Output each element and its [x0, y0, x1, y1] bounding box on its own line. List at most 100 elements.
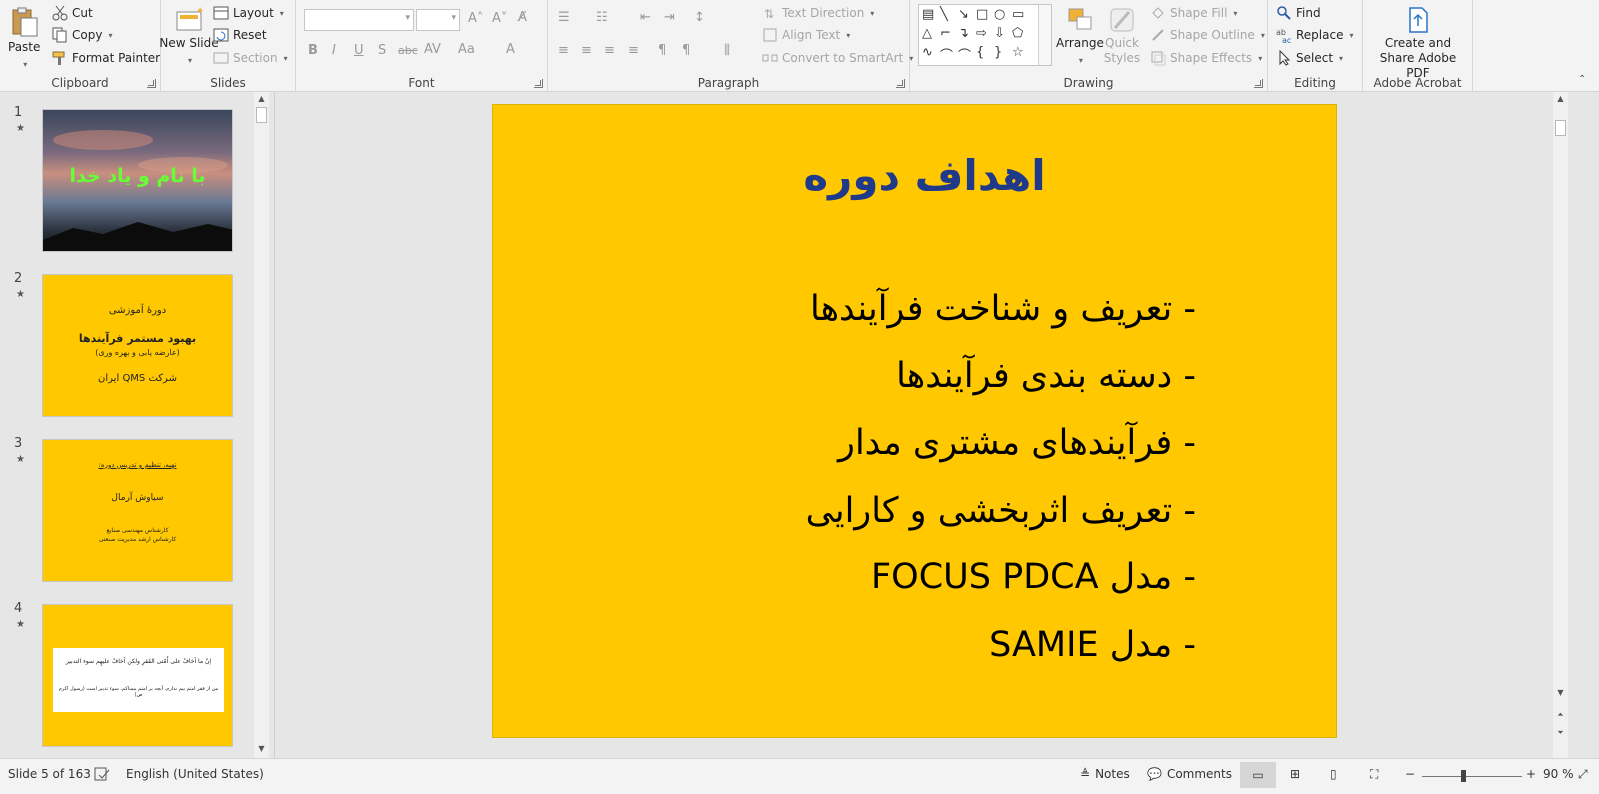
clear-formatting-icon[interactable]: A̸ [518, 10, 527, 25]
font-name-combo[interactable] [304, 9, 414, 31]
replace-button[interactable]: ab ac Replace ▾ [1276, 27, 1353, 45]
increase-font-icon[interactable]: A˄ [468, 11, 483, 26]
normal-view-icon[interactable]: ▭ [1240, 762, 1276, 788]
rectangle-shape-icon[interactable]: □ [976, 7, 988, 22]
zoom-level[interactable]: 90 % [1543, 767, 1574, 781]
zoom-in-icon[interactable]: + [1526, 767, 1536, 781]
font-dialog-launcher[interactable] [534, 79, 543, 88]
fit-to-window-icon[interactable]: ⤢ [1578, 767, 1588, 782]
select-button[interactable]: Select ▾ [1276, 49, 1343, 66]
left-brace-shape-icon[interactable]: { [976, 45, 984, 60]
slide-thumbnail-3[interactable]: تهیه، تنظیم و تدریس دوره: سیاوش آرمال کا… [42, 439, 233, 582]
character-spacing-icon[interactable]: AV [424, 42, 441, 57]
convert-smartart-button[interactable]: Convert to SmartArt ▾ [762, 50, 913, 66]
arc-shape-icon[interactable]: ⌒ [940, 45, 953, 64]
reset-button[interactable]: Reset [213, 27, 267, 43]
italic-icon[interactable]: I [332, 43, 336, 58]
arrange-button[interactable]: Arrange ▾ [1056, 6, 1104, 68]
shape-fill-button[interactable]: Shape Fill ▾ [1150, 5, 1237, 21]
right-brace-shape-icon[interactable]: } [994, 45, 1002, 60]
change-case-icon[interactable]: Aa [458, 42, 475, 57]
slide-thumbnail-2[interactable]: دورهٔ آموزشی بهبود مستمر فرآیندها (عارضه… [42, 274, 233, 417]
quick-styles-button[interactable]: Quick Styles [1103, 6, 1141, 66]
star-shape-icon[interactable]: ☆ [1012, 45, 1024, 60]
slide-thumbnail-4[interactable]: اِنّ ما اَخافُ علی اُمّتی الفَقرِ ولکن ا… [42, 604, 233, 747]
scroll-up-icon[interactable]: ▲ [1553, 92, 1568, 106]
paste-button[interactable]: Paste ▾ [8, 6, 40, 72]
cut-button[interactable]: Cut [52, 5, 93, 21]
language-indicator[interactable]: English (United States) [126, 767, 264, 781]
zoom-out-icon[interactable]: − [1405, 767, 1415, 781]
scrollbar-thumb[interactable] [256, 107, 267, 123]
textbox-shape-icon[interactable]: ▤ [922, 7, 934, 22]
slide-bullet[interactable]: - تعریف و شناخت فرآیندها [810, 289, 1196, 329]
pentagon-shape-icon[interactable]: ⬠ [1012, 26, 1023, 41]
editor-scrollbar[interactable]: ▲ ▼ ⏶ ⏷ [1553, 92, 1568, 758]
slide-bullet[interactable]: - فرآیندهای مشتری مدار [838, 423, 1196, 463]
font-color-icon[interactable]: A [506, 42, 515, 57]
slide-bullet[interactable]: - مدل SAMIE [989, 625, 1196, 665]
down-arrow-shape-icon[interactable]: ⇩ [994, 26, 1005, 41]
columns-icon[interactable]: ⫼ [724, 43, 730, 58]
format-painter-button[interactable]: Format Painter [52, 50, 160, 66]
bullets-icon[interactable]: ☰ [558, 10, 570, 25]
freeform-shape-icon[interactable]: ⌒ [958, 45, 971, 64]
bold-icon[interactable]: B [308, 43, 318, 58]
copy-button[interactable]: Copy ▾ [52, 27, 112, 43]
line-spacing-icon[interactable]: ↕ [694, 10, 705, 25]
current-slide[interactable]: اهداف دوره - تعریف و شناخت فرآیندها - دس… [492, 104, 1337, 738]
shape-effects-button[interactable]: Shape Effects ▾ [1150, 50, 1262, 66]
slide-thumbnail-1[interactable]: با نام و یاد خدا [42, 109, 233, 252]
curve-shape-icon[interactable]: ∿ [922, 45, 933, 60]
align-right-icon[interactable]: ≡ [604, 43, 615, 58]
shapes-gallery[interactable]: ▤ ╲ ↘ □ ○ ▭ △ ⌐ ↴ ⇨ ⇩ ⬠ ∿ ⌒ ⌒ { } ☆ [918, 4, 1052, 66]
numbering-icon[interactable]: ☷ [596, 10, 608, 25]
collapse-ribbon-icon[interactable]: ⌃ [1578, 74, 1586, 85]
font-size-combo[interactable] [416, 9, 460, 31]
text-direction-button[interactable]: ⇅ Text Direction ▾ [762, 5, 874, 21]
section-button[interactable]: Section ▾ [213, 50, 288, 66]
decrease-font-icon[interactable]: A˅ [492, 11, 507, 26]
shapes-gallery-scrollbar[interactable] [1038, 5, 1051, 65]
comments-button[interactable]: 💬 Comments [1147, 767, 1232, 781]
justify-icon[interactable]: ≡ [628, 43, 639, 58]
rtl-icon[interactable]: ¶ [682, 43, 690, 58]
scroll-up-icon[interactable]: ▲ [254, 92, 269, 106]
clipboard-dialog-launcher[interactable] [147, 79, 156, 88]
reading-view-icon[interactable]: ▯ [1330, 767, 1337, 781]
create-share-pdf-button[interactable]: Create and Share Adobe PDF [1369, 6, 1467, 81]
zoom-slider-thumb[interactable] [1461, 770, 1466, 782]
previous-slide-icon[interactable]: ⏶ [1553, 708, 1568, 722]
zoom-slider[interactable] [1422, 776, 1522, 777]
slideshow-icon[interactable]: ⛶ [1370, 767, 1378, 782]
decrease-indent-icon[interactable]: ⇤ [640, 10, 651, 25]
ltr-icon[interactable]: ¶ [658, 43, 666, 58]
spell-check-icon[interactable] [94, 767, 110, 781]
slide-bullet[interactable]: - دسته بندی فرآیندها [896, 356, 1196, 396]
right-arrow-shape-icon[interactable]: ⇨ [976, 26, 987, 41]
thumbnail-pane-scrollbar[interactable]: ▲ ▼ [254, 92, 269, 758]
paragraph-dialog-launcher[interactable] [896, 79, 905, 88]
scrollbar-thumb[interactable] [1555, 120, 1566, 136]
find-button[interactable]: Find [1276, 5, 1321, 21]
arrow-line-shape-icon[interactable]: ↘ [958, 7, 969, 22]
shadow-icon[interactable]: S [378, 43, 386, 58]
slide-sorter-icon[interactable]: ⊞ [1290, 767, 1300, 781]
align-text-button[interactable]: Align Text ▾ [762, 27, 850, 43]
drawing-dialog-launcher[interactable] [1254, 79, 1263, 88]
line-shape-icon[interactable]: ╲ [940, 7, 948, 22]
elbow-arrow-icon[interactable]: ↴ [958, 26, 969, 41]
strikethrough-icon[interactable]: abc [398, 44, 418, 57]
rounded-rect-shape-icon[interactable]: ▭ [1012, 7, 1024, 22]
align-left-icon[interactable]: ≡ [558, 43, 569, 58]
elbow-connector-icon[interactable]: ⌐ [940, 26, 951, 41]
new-slide-button[interactable]: ✦ New Slide ▾ [159, 6, 218, 68]
triangle-shape-icon[interactable]: △ [922, 26, 932, 41]
slide-bullet[interactable]: - مدل FOCUS PDCA [871, 557, 1196, 597]
increase-indent-icon[interactable]: ⇥ [664, 10, 675, 25]
scroll-down-icon[interactable]: ▼ [254, 742, 269, 756]
notes-button[interactable]: ≜ Notes [1080, 767, 1130, 781]
align-center-icon[interactable]: ≡ [581, 43, 592, 58]
oval-shape-icon[interactable]: ○ [994, 7, 1005, 22]
shape-outline-button[interactable]: Shape Outline ▾ [1150, 27, 1265, 43]
